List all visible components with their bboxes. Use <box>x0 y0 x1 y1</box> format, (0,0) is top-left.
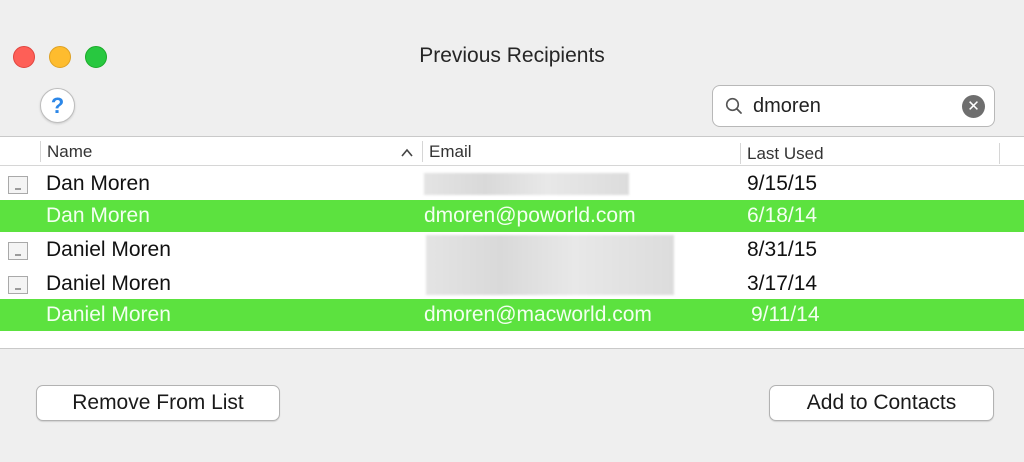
row-name: Dan Moren <box>46 172 150 195</box>
contact-card-icon <box>8 176 28 194</box>
row-email: dmoren@macworld.com <box>424 303 652 326</box>
search-icon <box>725 97 742 114</box>
row-name: Daniel Moren <box>46 238 171 261</box>
contact-card-icon <box>8 242 28 260</box>
row-name: Dan Moren <box>46 204 150 227</box>
remove-from-list-button[interactable]: Remove From List <box>36 385 280 421</box>
row-last-used: 6/18/14 <box>747 204 818 227</box>
table-row[interactable]: Dan Moren dmoren@poworld.com 6/18/14 <box>0 200 1024 232</box>
clear-search-icon[interactable]: ✕ <box>962 95 985 118</box>
row-name: Daniel Moren <box>46 303 171 326</box>
table-header: Name Email Last Used <box>0 137 1024 166</box>
contact-card-icon <box>8 276 28 294</box>
column-header-name[interactable]: Name <box>40 141 420 162</box>
redacted-email <box>426 235 674 295</box>
window-title: Previous Recipients <box>419 44 605 67</box>
column-header-name-label: Name <box>47 142 93 161</box>
row-last-used: 9/15/15 <box>747 172 818 195</box>
previous-recipients-window: Previous Recipients ? ✕ Name Email Last … <box>0 0 1024 462</box>
column-header-last-used-label: Last Used <box>747 144 824 163</box>
column-header-email-label: Email <box>429 142 472 161</box>
column-header-email[interactable]: Email <box>422 141 740 162</box>
table-row[interactable]: Dan Moren 9/15/15 <box>0 168 1024 200</box>
add-to-contacts-button[interactable]: Add to Contacts <box>769 385 994 421</box>
row-last-used: 8/31/15 <box>747 238 818 261</box>
table-row[interactable]: Daniel Moren dmoren@macworld.com 9/11/14 <box>0 299 1024 331</box>
row-last-used: 9/11/14 <box>751 303 820 326</box>
row-last-used: 3/17/14 <box>747 272 818 295</box>
sort-ascending-icon <box>401 148 413 157</box>
help-button[interactable]: ? <box>40 88 75 123</box>
column-header-last-used[interactable]: Last Used <box>740 143 1000 164</box>
redacted-email <box>424 173 629 195</box>
row-email: dmoren@poworld.com <box>424 204 636 227</box>
recipients-table: Name Email Last Used Dan Moren 9/15/15 D… <box>0 136 1024 349</box>
row-name: Daniel Moren <box>46 272 171 295</box>
title-bar: Previous Recipients <box>0 28 1024 80</box>
search-field[interactable]: ✕ <box>712 85 995 127</box>
search-input[interactable] <box>753 92 953 120</box>
